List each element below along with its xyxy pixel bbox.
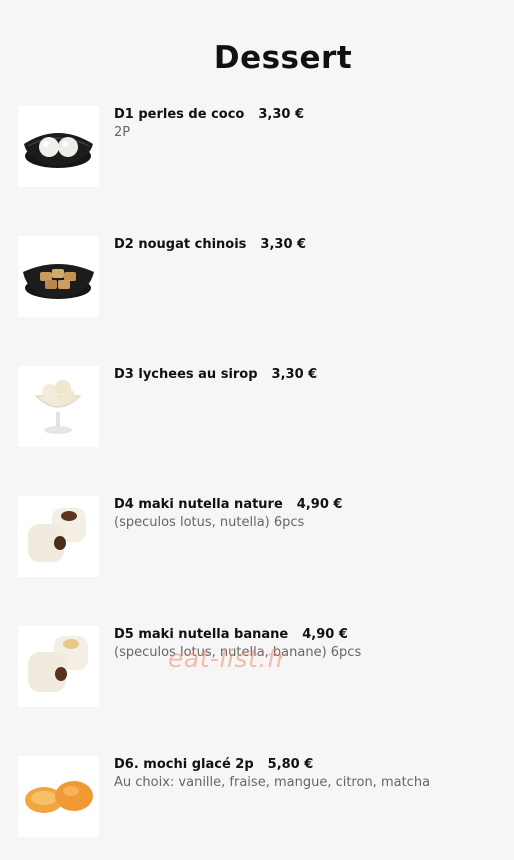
item-name: D3 lychees au sirop — [114, 367, 258, 382]
menu-item[interactable]: D6. mochi glacé 2p 5,80 € Au choix: vanil… — [18, 756, 498, 838]
item-price: 3,30 € — [271, 367, 318, 382]
item-name: D1 perles de coco — [114, 107, 245, 122]
menu-item[interactable]: D5 maki nutella banane 4,90 € (speculos l… — [18, 626, 498, 708]
item-price: 5,80 € — [267, 757, 314, 772]
item-name: D4 maki nutella nature — [114, 497, 283, 512]
maki-nutella-banana-photo — [18, 626, 99, 707]
coconut-pearls-photo — [18, 106, 99, 187]
mochi-photo — [18, 756, 99, 837]
maki-nutella-photo — [18, 496, 99, 577]
lychee-syrup-photo — [18, 366, 99, 447]
item-description: (speculos lotus, nutella, banane) 6pcs — [114, 645, 362, 660]
page-title: Dessert — [213, 40, 353, 76]
item-price: 3,30 € — [258, 107, 305, 122]
item-description: 2P — [114, 125, 131, 140]
item-name: D5 maki nutella banane — [114, 627, 289, 642]
menu-item[interactable]: D3 lychees au sirop 3,30 € — [18, 366, 498, 448]
item-description: (speculos lotus, nutella) 6pcs — [114, 515, 305, 530]
menu-item[interactable]: D4 maki nutella nature 4,90 € (speculos l… — [18, 496, 498, 578]
item-description: Au choix: vanille, fraise, mangue, citro… — [114, 775, 431, 790]
menu-item[interactable]: D2 nougat chinois 3,30 € — [18, 236, 498, 318]
item-price: 4,90 € — [296, 497, 343, 512]
chinese-nougat-photo — [18, 236, 99, 317]
menu-item[interactable]: D1 perles de coco 3,30 € 2P — [18, 106, 498, 188]
item-name: D2 nougat chinois — [114, 237, 247, 252]
item-price: 4,90 € — [302, 627, 348, 642]
item-name: D6. mochi glacé 2p — [114, 757, 254, 772]
item-price: 3,30 € — [260, 237, 307, 252]
